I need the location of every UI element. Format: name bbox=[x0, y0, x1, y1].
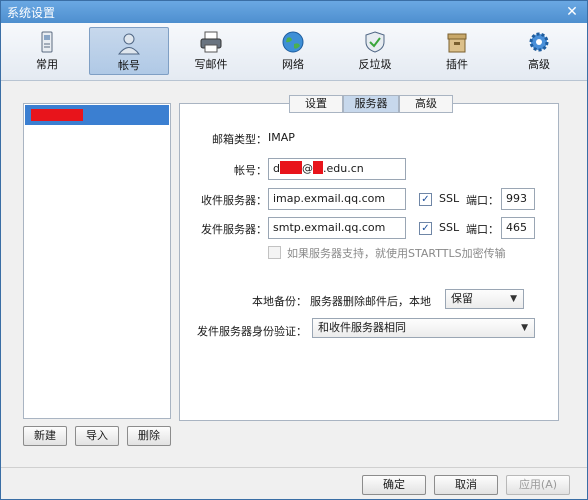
cancel-button[interactable]: 取消 bbox=[434, 475, 498, 495]
starttls-label: 如果服务器支持，就使用STARTTLS加密传输 bbox=[287, 247, 506, 260]
account-suffix: .edu.cn bbox=[322, 162, 364, 175]
title-bar[interactable]: 系统设置 ✕ bbox=[1, 1, 587, 23]
account-at: @ bbox=[301, 162, 313, 175]
tab-account-label: 帐号 bbox=[118, 59, 140, 72]
dialog-footer bbox=[1, 467, 587, 499]
outgoing-port-field[interactable]: 465 bbox=[501, 217, 535, 239]
incoming-ssl-checkbox[interactable]: ✓ bbox=[419, 193, 432, 206]
new-account-button[interactable]: 新建 bbox=[23, 426, 67, 446]
gear-icon bbox=[529, 32, 549, 52]
import-account-button[interactable]: 导入 bbox=[75, 426, 119, 446]
outgoing-server-label: 发件服务器： bbox=[201, 223, 267, 236]
category-toolbar: 常用 帐号 写邮件 网络 反垃圾 插件 高级 bbox=[1, 23, 587, 81]
incoming-ssl-label: SSL bbox=[439, 192, 460, 205]
outgoing-port-label: 端口： bbox=[466, 223, 499, 236]
local-backup-label: 本地备份： bbox=[252, 295, 307, 308]
tab-antispam[interactable]: 反垃圾 bbox=[335, 27, 415, 75]
local-backup-value: 保留 bbox=[451, 292, 473, 305]
tab-account-advanced[interactable]: 高级 bbox=[399, 95, 453, 113]
account-label: 帐号： bbox=[234, 164, 267, 177]
mailbox-type-value: IMAP bbox=[268, 131, 295, 144]
outgoing-server-field[interactable]: smtp.exmail.qq.com bbox=[268, 217, 406, 239]
phone-settings-icon bbox=[41, 31, 53, 53]
incoming-server-label: 收件服务器： bbox=[201, 194, 267, 207]
smtp-auth-select[interactable]: 和收件服务器相同 ▼ bbox=[312, 318, 535, 338]
close-icon[interactable]: ✕ bbox=[563, 4, 581, 20]
settings-window: 系统设置 ✕ 常用 帐号 写邮件 网络 反垃圾 插件 高级 新建 导入 删除 设… bbox=[0, 0, 588, 500]
box-plugin-icon bbox=[447, 33, 467, 53]
tab-account-server[interactable]: 服务器 bbox=[343, 95, 399, 113]
account-list[interactable] bbox=[23, 103, 171, 419]
printer-compose-icon bbox=[200, 31, 222, 53]
account-detail-panel bbox=[179, 103, 559, 421]
incoming-server-field[interactable]: imap.exmail.qq.com bbox=[268, 188, 406, 210]
ok-button[interactable]: 确定 bbox=[362, 475, 426, 495]
smtp-auth-label: 发件服务器身份验证： bbox=[197, 325, 307, 338]
account-prefix: d bbox=[273, 162, 280, 175]
tab-general-label: 常用 bbox=[36, 58, 58, 71]
redacted-username bbox=[279, 161, 302, 174]
local-backup-desc: 服务器删除邮件后，本地 bbox=[310, 295, 431, 308]
outgoing-ssl-label: SSL bbox=[439, 221, 460, 234]
account-list-item[interactable] bbox=[25, 105, 169, 125]
redacted-account-name bbox=[31, 109, 83, 121]
tab-compose-label: 写邮件 bbox=[194, 58, 228, 71]
starttls-checkbox[interactable] bbox=[268, 246, 281, 259]
account-field[interactable]: d @ .edu.cn bbox=[268, 158, 406, 180]
tab-account[interactable]: 帐号 bbox=[89, 27, 169, 75]
tab-compose[interactable]: 写邮件 bbox=[171, 27, 251, 75]
outgoing-ssl-checkbox[interactable]: ✓ bbox=[419, 222, 432, 235]
globe-icon bbox=[282, 31, 304, 53]
incoming-port-label: 端口： bbox=[466, 194, 499, 207]
smtp-auth-value: 和收件服务器相同 bbox=[318, 321, 406, 334]
apply-button[interactable]: 应用(A) bbox=[506, 475, 570, 495]
mailbox-type-label: 邮箱类型： bbox=[212, 133, 267, 146]
tab-plugins-label: 插件 bbox=[446, 58, 468, 71]
tab-antispam-label: 反垃圾 bbox=[358, 58, 392, 71]
delete-account-button[interactable]: 删除 bbox=[127, 426, 171, 446]
user-account-icon bbox=[117, 33, 141, 55]
chevron-down-icon: ▼ bbox=[510, 294, 517, 304]
redacted-domain bbox=[312, 161, 323, 174]
window-title: 系统设置 bbox=[7, 6, 56, 20]
tab-plugins[interactable]: 插件 bbox=[417, 27, 497, 75]
shield-icon bbox=[365, 31, 385, 53]
tab-advanced-label: 高级 bbox=[528, 58, 550, 71]
tab-advanced[interactable]: 高级 bbox=[499, 27, 579, 75]
local-backup-select[interactable]: 保留 ▼ bbox=[445, 289, 524, 309]
incoming-port-field[interactable]: 993 bbox=[501, 188, 535, 210]
tab-network-label: 网络 bbox=[282, 58, 304, 71]
chevron-down-icon: ▼ bbox=[521, 323, 528, 333]
tab-network[interactable]: 网络 bbox=[253, 27, 333, 75]
tab-general[interactable]: 常用 bbox=[7, 27, 87, 75]
tab-account-settings[interactable]: 设置 bbox=[289, 95, 343, 113]
